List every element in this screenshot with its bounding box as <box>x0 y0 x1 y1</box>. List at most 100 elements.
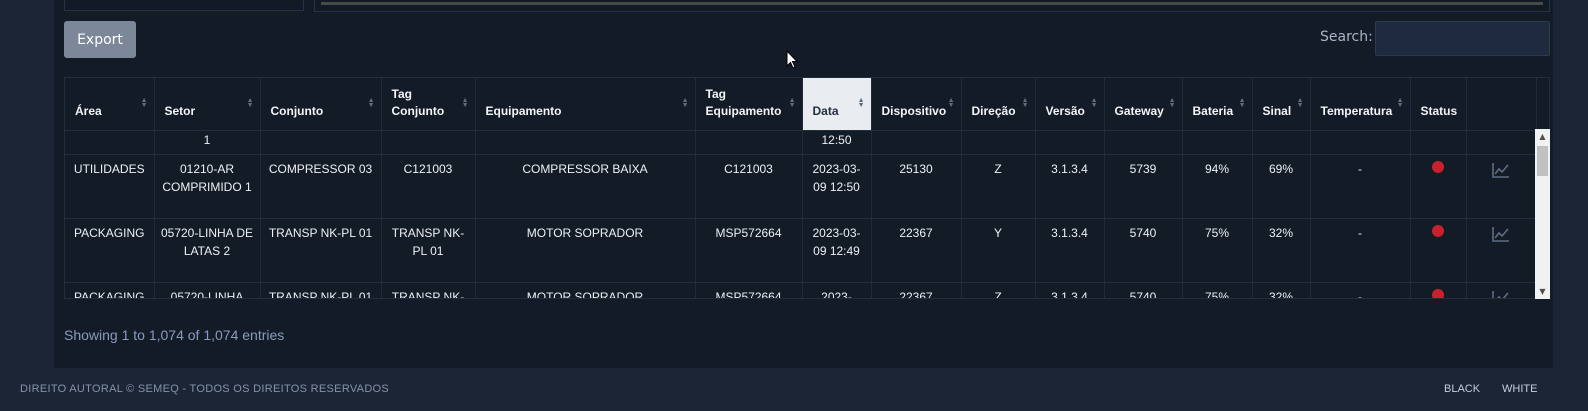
data-table: Área ▲ ▼ Setor ▲ ▼ Conjunto ▲ ▼ Tag Conjunto ▲ ▼… <box>65 78 1537 298</box>
copyright-text: DIREITO AUTORAL © SEMEQ - TODOS OS DIREI… <box>20 383 390 395</box>
cell-equipamento: MOTOR SOPRADOR <box>475 282 696 298</box>
col-header-equipamento[interactable]: Equipamento ▲ ▼ <box>475 78 696 131</box>
sort-icon: ▲ ▼ <box>1296 96 1304 109</box>
cell-bateria: 94% <box>1182 154 1253 219</box>
cell-dispositivo: 22367 <box>871 218 962 283</box>
cell <box>1410 130 1467 155</box>
cell-equipamento: MOTOR SOPRADOR <box>475 218 696 283</box>
sort-icon: ▲ ▼ <box>1396 96 1404 109</box>
sort-icon: ▲ ▼ <box>367 96 375 109</box>
col-header-conjunto[interactable]: Conjunto ▲ ▼ <box>260 78 382 131</box>
cell-gateway: 5739 <box>1104 154 1183 219</box>
cell <box>1310 130 1411 155</box>
col-header-label: Versão <box>1045 103 1085 118</box>
cell-temperatura: - <box>1310 282 1411 298</box>
top-chart-bar <box>321 2 1543 5</box>
col-header-setor[interactable]: Setor ▲ ▼ <box>154 78 261 131</box>
pagination-info: Showing 1 to 1,074 of 1,074 entries <box>64 327 285 343</box>
col-header-label: Gateway <box>1114 103 1164 118</box>
col-header-label: Área <box>75 103 102 118</box>
col-header-temperatura[interactable]: Temperatura ▲ ▼ <box>1310 78 1411 131</box>
col-header-tag-conjunto[interactable]: Tag Conjunto ▲ ▼ <box>381 78 476 131</box>
cell-direcao: Z <box>961 154 1036 219</box>
cell-bateria: 75% <box>1182 282 1253 298</box>
col-header-data[interactable]: Data ▲ ▼ <box>802 78 872 131</box>
cell-gateway: 5740 <box>1104 282 1183 298</box>
cell <box>475 130 696 155</box>
cell <box>961 130 1036 155</box>
col-header-label: Temperatura <box>1320 103 1393 118</box>
cell-setor: 05720-LINHA DE LATAS 2 <box>154 218 261 283</box>
cell-data: 2023- <box>802 282 872 298</box>
cell-dispositivo: 25130 <box>871 154 962 219</box>
cell <box>1182 130 1253 155</box>
chart-line-icon[interactable] <box>1492 290 1510 298</box>
col-header-direcao[interactable]: Direção ▲ ▼ <box>961 78 1036 131</box>
status-dot-icon <box>1432 288 1444 298</box>
theme-white-link[interactable]: WHITE <box>1502 383 1537 395</box>
right-gutter <box>1553 0 1588 368</box>
cell-gateway: 5740 <box>1104 218 1183 283</box>
cell <box>871 130 962 155</box>
cell-actions <box>1466 282 1537 298</box>
col-header-label: Setor <box>164 103 196 118</box>
col-header-dispositivo[interactable]: Dispositivo ▲ ▼ <box>871 78 962 131</box>
cell-data: 2023-03-09 12:49 <box>802 218 872 283</box>
cell <box>260 130 382 155</box>
export-button[interactable]: Export <box>64 21 136 58</box>
chart-line-icon[interactable] <box>1492 162 1510 181</box>
cell-status <box>1410 218 1467 283</box>
table-scrollbar[interactable]: ▲ ▼ <box>1535 129 1550 299</box>
cell-actions <box>1466 154 1537 219</box>
cell-tag-conjunto: TRANSP NK-PL 01 <box>381 218 476 283</box>
cell-versao: 3.1.3.4 <box>1035 282 1105 298</box>
sort-icon: ▲ ▼ <box>140 96 148 109</box>
left-gutter <box>0 0 54 368</box>
top-filter-box <box>64 0 304 11</box>
col-header-status[interactable]: Status <box>1410 78 1467 131</box>
status-dot-icon <box>1432 224 1444 237</box>
scrollbar-thumb[interactable] <box>1537 146 1548 176</box>
scroll-up-arrow-icon[interactable]: ▲ <box>1535 129 1550 144</box>
cell <box>695 130 803 155</box>
cell-conjunto: COMPRESSOR 03 <box>260 154 382 219</box>
sort-icon: ▲ ▼ <box>1021 96 1029 109</box>
sort-icon: ▲ ▼ <box>1090 96 1098 109</box>
top-chart-box <box>314 0 1550 12</box>
cell-tag-conjunto: C121003 <box>381 154 476 219</box>
col-header-label: Tag Equipamento <box>705 86 782 118</box>
cell-versao: 3.1.3.4 <box>1035 154 1105 219</box>
cell <box>1104 130 1183 155</box>
sort-icon: ▲ ▼ <box>1168 96 1176 109</box>
theme-black-link[interactable]: BLACK <box>1444 383 1480 395</box>
cell-temperatura: - <box>1310 218 1411 283</box>
mouse-cursor-icon <box>786 50 798 69</box>
col-header-area[interactable]: Área ▲ ▼ <box>65 78 155 131</box>
sort-icon: ▲ ▼ <box>857 96 865 109</box>
col-header-versao[interactable]: Versão ▲ ▼ <box>1035 78 1105 131</box>
cell-equipamento: COMPRESSOR BAIXA <box>475 154 696 219</box>
scroll-down-arrow-icon[interactable]: ▼ <box>1535 284 1550 299</box>
cell-tag-conjunto: TRANSP NK- <box>381 282 476 298</box>
col-header-label: Dispositivo <box>881 103 947 118</box>
cell-tag-equipamento: MSP572664 <box>695 218 803 283</box>
chart-line-icon[interactable] <box>1492 226 1510 245</box>
cell <box>1035 130 1105 155</box>
col-header-label: Status <box>1420 103 1458 118</box>
col-header-label: Bateria <box>1192 103 1234 118</box>
col-header-sinal[interactable]: Sinal ▲ ▼ <box>1252 78 1311 131</box>
cell-actions <box>1466 218 1537 283</box>
cell-tag-equipamento: MSP572664 <box>695 282 803 298</box>
col-header-gateway[interactable]: Gateway ▲ ▼ <box>1104 78 1183 131</box>
table-row: UTILIDADES 01210-AR COMPRIMIDO 1 COMPRES… <box>65 154 1537 219</box>
col-header-label: Conjunto <box>270 103 324 118</box>
cell-versao: 3.1.3.4 <box>1035 218 1105 283</box>
sort-icon: ▲ ▼ <box>1238 96 1246 109</box>
cell-sinal: 32% <box>1252 218 1311 283</box>
cell-direcao: Z <box>961 282 1036 298</box>
search-input[interactable] <box>1375 21 1550 56</box>
cell-setor: 05720-LINHA <box>154 282 261 298</box>
col-header-bateria[interactable]: Bateria ▲ ▼ <box>1182 78 1253 131</box>
table-row: 1 12:50 <box>65 130 1537 155</box>
col-header-tag-equipamento[interactable]: Tag Equipamento ▲ ▼ <box>695 78 803 131</box>
